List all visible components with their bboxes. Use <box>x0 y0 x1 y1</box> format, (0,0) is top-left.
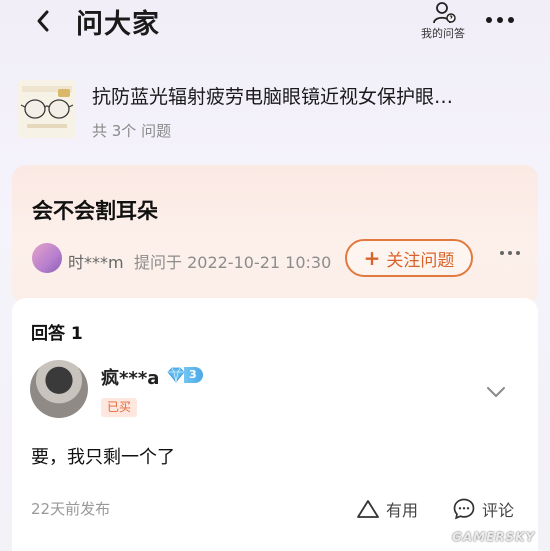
product-summary[interactable]: 抗防蓝光辐射疲劳电脑眼镜近视女保护眼… 共 3个 问题 <box>0 78 550 140</box>
answerer-avatar[interactable] <box>30 360 88 418</box>
level-number: 3 <box>184 367 203 383</box>
useful-button[interactable]: 有用 <box>356 496 418 522</box>
question-title: 会不会割耳朵 <box>32 199 158 223</box>
useful-label: 有用 <box>386 501 419 520</box>
my-questions-button[interactable]: 我的问答 <box>414 0 472 44</box>
glasses-image <box>20 86 74 128</box>
asker-avatar <box>32 243 62 273</box>
more-menu-button[interactable] <box>482 8 518 32</box>
level-badge: 3 <box>165 366 203 384</box>
more-dots-icon <box>486 17 492 23</box>
thumb-up-triangle-icon <box>357 500 379 518</box>
chevron-left-icon <box>37 10 49 32</box>
top-bar: 问大家 我的问答 <box>0 0 550 46</box>
plus-icon: + <box>363 246 381 270</box>
asked-timestamp: 提问于 2022-10-21 10:30 <box>134 253 332 272</box>
product-thumbnail <box>18 80 76 138</box>
chevron-down-icon[interactable] <box>484 384 508 400</box>
comment-button[interactable]: 评论 <box>452 496 514 522</box>
question-card: 会不会割耳朵 时***m 提问于 2022-10-21 10:30 + 关注问题 <box>12 165 538 305</box>
answers-card: 回答 1 疯***a 3 已买 要，我只剩一个了 22天前发布 有用 评论 <box>12 298 538 551</box>
more-dots-icon <box>500 251 504 255</box>
question-count: 共 3个 问题 <box>92 122 172 140</box>
follow-question-button[interactable]: + 关注问题 <box>345 239 473 277</box>
answer-time: 22天前发布 <box>31 500 111 518</box>
product-name: 抗防蓝光辐射疲劳电脑眼镜近视女保护眼… <box>92 86 454 108</box>
watermark-logo: GAMERSKY <box>452 530 536 544</box>
follow-question-label: 关注问题 <box>386 250 455 271</box>
user-question-icon <box>433 2 456 24</box>
answers-heading: 回答 1 <box>31 324 83 344</box>
page-title: 问大家 <box>76 9 160 40</box>
answer-text: 要，我只剩一个了 <box>31 447 175 468</box>
asker-name: 时***m <box>68 253 124 272</box>
bought-tag: 已买 <box>101 398 138 417</box>
my-questions-label: 我的问答 <box>421 27 465 40</box>
comment-label: 评论 <box>482 501 515 520</box>
answerer-name[interactable]: 疯***a <box>101 364 159 390</box>
question-more-button[interactable] <box>500 251 520 255</box>
comment-bubble-icon <box>453 498 475 520</box>
back-button[interactable] <box>30 6 56 36</box>
